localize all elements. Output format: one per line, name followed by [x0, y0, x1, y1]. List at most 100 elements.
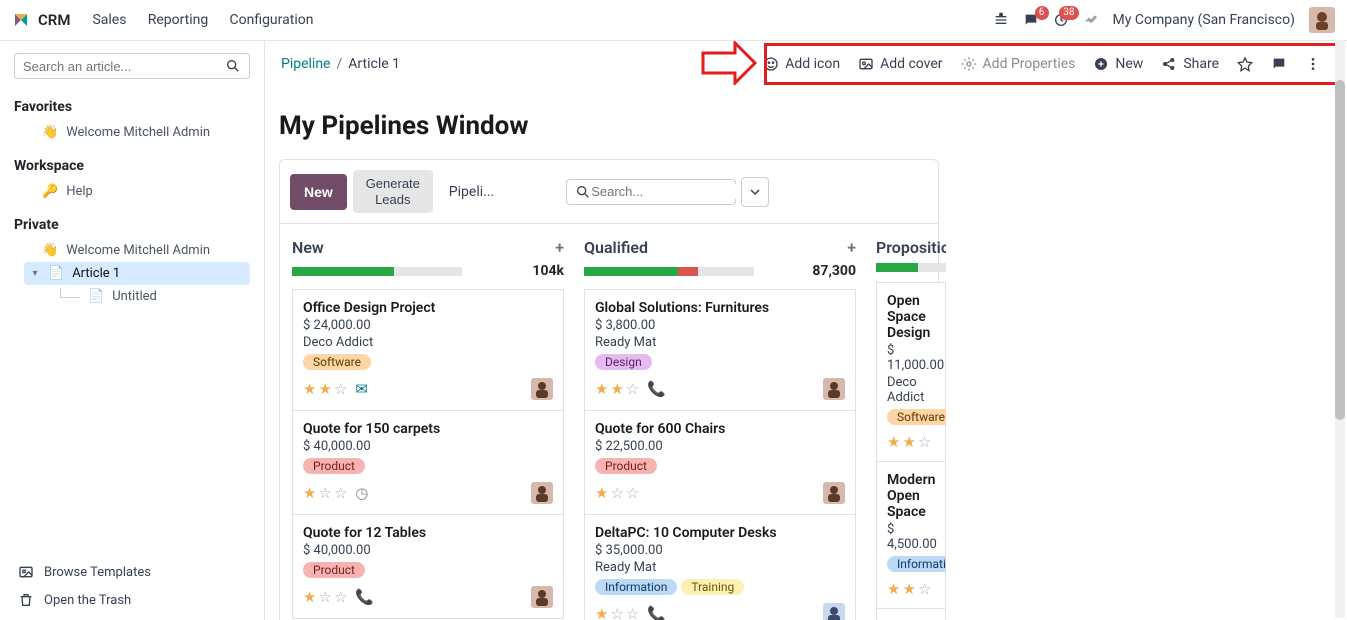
phone-icon[interactable]: 📞 — [647, 605, 666, 620]
assignee-avatar[interactable] — [823, 482, 845, 504]
star-icon[interactable]: ☆ — [918, 580, 931, 598]
sidebar-article-1[interactable]: ▾📄Article 1 — [24, 262, 250, 285]
assignee-avatar[interactable] — [823, 603, 845, 620]
kanban-card[interactable]: Quote for 150 carpets $ 40,000.00 Produc… — [292, 411, 564, 515]
kebab-icon — [1305, 56, 1321, 72]
assignee-avatar[interactable] — [531, 378, 553, 400]
browse-templates[interactable]: Browse Templates — [14, 558, 250, 586]
breadcrumb-sep: / — [337, 56, 343, 72]
column-title[interactable]: Qualified — [584, 238, 648, 257]
more-menu-button[interactable] — [1305, 56, 1321, 72]
menu-sales[interactable]: Sales — [92, 12, 126, 28]
column-title[interactable]: New — [292, 238, 324, 257]
tag[interactable]: Product — [303, 562, 365, 578]
share-button[interactable]: Share — [1161, 56, 1219, 72]
star-icon[interactable]: ★ — [610, 380, 623, 398]
add-properties-button[interactable]: Add Properties — [961, 56, 1076, 72]
card-title: Office Design Project — [303, 300, 553, 316]
tag[interactable]: Product — [595, 458, 657, 474]
star-icon[interactable]: ★ — [595, 605, 608, 620]
kanban-card[interactable]: Office Design and Architecture $ 9,000.0… — [876, 609, 946, 620]
star-icon[interactable]: ☆ — [334, 380, 347, 398]
phone-icon[interactable]: 📞 — [647, 380, 666, 398]
kanban-card[interactable]: Open Space Design $ 11,000.00 Deco Addic… — [876, 282, 946, 462]
kanban-card[interactable]: Quote for 600 Chairs $ 22,500.00 Product… — [584, 411, 856, 515]
company-switch[interactable]: My Company (San Francisco) — [1113, 12, 1295, 28]
star-icon[interactable]: ☆ — [318, 588, 331, 606]
star-icon[interactable]: ☆ — [626, 484, 639, 502]
mail-icon[interactable]: ✉ — [355, 380, 368, 398]
star-icon[interactable]: ★ — [595, 484, 608, 502]
new-record-button[interactable]: New — [290, 174, 347, 210]
kanban-column: New+ 104k Office Design Project $ 24,000… — [292, 238, 564, 620]
card-tags: Information — [887, 556, 935, 572]
menu-reporting[interactable]: Reporting — [148, 12, 209, 28]
add-card-button[interactable]: + — [555, 238, 564, 257]
comments-button[interactable] — [1271, 56, 1287, 72]
tag[interactable]: Information — [887, 556, 946, 572]
star-icon[interactable]: ☆ — [334, 588, 347, 606]
kanban-card[interactable]: Global Solutions: Furnitures $ 3,800.00 … — [584, 289, 856, 411]
sidebar-fav-item[interactable]: 👋Welcome Mitchell Admin — [36, 121, 250, 144]
phone-icon[interactable]: 📞 — [355, 588, 374, 606]
sidebar-private-root[interactable]: 👋Welcome Mitchell Admin — [36, 239, 250, 262]
messages-icon[interactable]: 6 — [1023, 12, 1039, 28]
tag[interactable]: Information — [595, 579, 677, 595]
open-trash[interactable]: Open the Trash — [14, 586, 250, 614]
kanban-card[interactable]: Modern Open Space $ 4,500.00 Information… — [876, 462, 946, 609]
clock-icon[interactable]: ◷ — [355, 484, 368, 502]
assignee-avatar[interactable] — [531, 482, 553, 504]
filter-dropdown-button[interactable] — [741, 177, 769, 207]
kanban-search[interactable] — [566, 179, 736, 205]
scrollbar[interactable] — [1335, 40, 1345, 618]
star-icon[interactable]: ★ — [902, 433, 915, 451]
column-title[interactable]: Proposition — [876, 238, 946, 257]
star-icon[interactable]: ☆ — [626, 605, 639, 620]
app-brand[interactable]: CRM — [38, 11, 70, 29]
scrollbar-thumb[interactable] — [1335, 80, 1345, 420]
star-icon[interactable]: ☆ — [318, 484, 331, 502]
assignee-avatar[interactable] — [823, 378, 845, 400]
star-icon[interactable]: ★ — [303, 380, 316, 398]
star-icon[interactable]: ★ — [318, 380, 331, 398]
star-icon[interactable]: ★ — [595, 380, 608, 398]
assignee-avatar[interactable] — [531, 586, 553, 608]
tag[interactable]: Training — [681, 579, 744, 595]
star-icon[interactable]: ★ — [303, 588, 316, 606]
add-cover-button[interactable]: Add cover — [858, 56, 942, 72]
file-icon: 📄 — [48, 266, 64, 281]
star-icon[interactable]: ☆ — [334, 484, 347, 502]
star-icon[interactable]: ★ — [902, 580, 915, 598]
add-card-button[interactable]: + — [847, 238, 856, 257]
favorite-star-button[interactable] — [1237, 56, 1253, 72]
generate-leads-button[interactable]: Generate Leads — [353, 170, 433, 213]
star-icon[interactable]: ☆ — [918, 433, 931, 451]
add-icon-button[interactable]: Add icon — [763, 56, 840, 72]
tag[interactable]: Software — [303, 354, 371, 370]
card-title: Global Solutions: Furnitures — [595, 300, 845, 316]
star-icon[interactable]: ☆ — [626, 380, 639, 398]
tag[interactable]: Software — [887, 409, 946, 425]
star-icon[interactable]: ★ — [887, 433, 900, 451]
sidebar-untitled[interactable]: 📄Untitled — [54, 285, 250, 308]
tag[interactable]: Design — [595, 354, 652, 370]
sidebar-search[interactable] — [14, 53, 250, 79]
star-icon[interactable]: ★ — [887, 580, 900, 598]
star-icon[interactable]: ☆ — [610, 484, 623, 502]
menu-configuration[interactable]: Configuration — [229, 12, 313, 28]
tag[interactable]: Product — [303, 458, 365, 474]
breadcrumb-root[interactable]: Pipeline — [281, 56, 331, 72]
sidebar-search-input[interactable] — [23, 59, 225, 74]
kanban-card[interactable]: Quote for 12 Tables $ 40,000.00 Product … — [292, 515, 564, 619]
user-avatar[interactable] — [1309, 7, 1335, 33]
activities-icon[interactable]: 38 — [1053, 12, 1069, 28]
kanban-card[interactable]: DeltaPC: 10 Computer Desks $ 35,000.00 R… — [584, 515, 856, 620]
caret-down-icon[interactable]: ▾ — [30, 268, 40, 279]
star-icon[interactable]: ★ — [303, 484, 316, 502]
new-button[interactable]: New — [1093, 56, 1143, 72]
voip-icon[interactable] — [993, 12, 1009, 28]
kanban-card[interactable]: Office Design Project $ 24,000.00 Deco A… — [292, 289, 564, 411]
star-icon[interactable]: ☆ — [610, 605, 623, 620]
sidebar-help-item[interactable]: 🔑Help — [36, 180, 250, 203]
tools-icon[interactable] — [1083, 10, 1099, 30]
